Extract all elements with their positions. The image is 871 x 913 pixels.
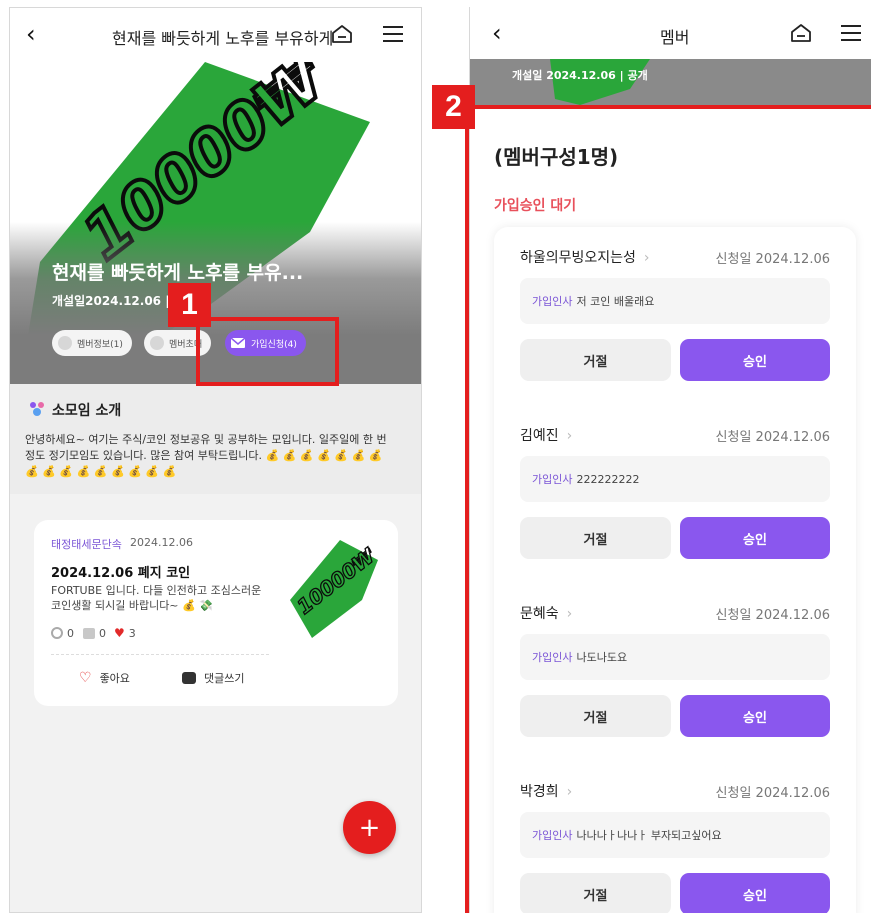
highlight-box-1 xyxy=(196,317,339,386)
card-divider xyxy=(51,654,269,655)
page-title: 현재를 빠듯하게 노후를 부유하게 xyxy=(112,29,334,48)
home-icon[interactable] xyxy=(790,23,812,43)
eye-icon xyxy=(51,627,63,639)
heart-icon: ♥ xyxy=(114,626,125,640)
post-text: FORTUBE 입니다. 다들 인전하고 조심스러운 코인생활 되시길 바랍니다… xyxy=(51,584,262,612)
group-title: 현재를 빠듯하게 노후를 부유... xyxy=(52,262,304,284)
member-info-label: 멤버정보(1) xyxy=(77,339,123,350)
post-stats: 0 0 ♥ 3 xyxy=(51,626,136,640)
top-app-bar: ‹ 멤버 xyxy=(470,7,871,59)
comment-count: 0 xyxy=(99,626,106,640)
cover-strip: 개설일 2024.12.06 | 공개 xyxy=(470,59,871,105)
comment-button[interactable]: 댓글쓰기 xyxy=(182,670,244,686)
comment-label: 댓글쓰기 xyxy=(204,672,245,685)
heart-outline-icon: ♡ xyxy=(79,670,92,686)
view-count: 0 xyxy=(67,626,74,640)
like-label: 좋아요 xyxy=(99,672,130,685)
home-icon[interactable] xyxy=(331,24,353,44)
person-icon xyxy=(58,336,72,350)
hamburger-menu-icon[interactable] xyxy=(382,25,404,43)
person-icon xyxy=(150,336,164,350)
member-info-button[interactable]: 멤버정보(1) xyxy=(52,330,132,356)
add-post-button[interactable]: + xyxy=(343,801,396,854)
post-thumbnail-image: 10000₩ xyxy=(290,540,381,638)
page-title: 멤버 xyxy=(660,28,690,47)
hamburger-menu-icon[interactable] xyxy=(840,24,862,42)
speech-bubble-icon xyxy=(182,672,196,684)
highlight-box-2 xyxy=(465,105,871,913)
like-count: 3 xyxy=(128,626,136,640)
group-meta: 개설일 2024.12.06 | 공개 xyxy=(512,69,648,82)
like-button[interactable]: ♡ 좋아요 xyxy=(79,670,130,686)
group-home-screen: ‹ 현재를 빠듯하게 노후를 부유하게 10000₩ 현재를 빠듯하게 노후를 … xyxy=(9,7,422,913)
post-card[interactable]: 태정태세문단속 2024.12.06 2024.12.06 폐지 코인 FORT… xyxy=(34,520,398,706)
intro-body: 안녕하세요~ 여기는 주식/코인 정보공유 및 공부하는 모입니다. 일주일에 … xyxy=(25,433,387,478)
group-intro-section: 소모임 소개 안녕하세요~ 여기는 주식/코인 정보공유 및 공부하는 모입니다… xyxy=(10,384,421,494)
intro-heading: 소모임 소개 xyxy=(52,403,122,419)
post-title: 2024.12.06 폐지 코인 xyxy=(51,566,191,581)
back-chevron-icon[interactable]: ‹ xyxy=(26,22,36,46)
back-chevron-icon[interactable]: ‹ xyxy=(492,21,502,45)
comment-icon xyxy=(83,627,95,639)
post-date: 2024.12.06 xyxy=(130,536,193,549)
top-app-bar: ‹ 현재를 빠듯하게 노후를 부유하게 xyxy=(10,8,421,62)
people-icon xyxy=(28,400,46,418)
post-category: 태정태세문단속 xyxy=(51,538,122,551)
